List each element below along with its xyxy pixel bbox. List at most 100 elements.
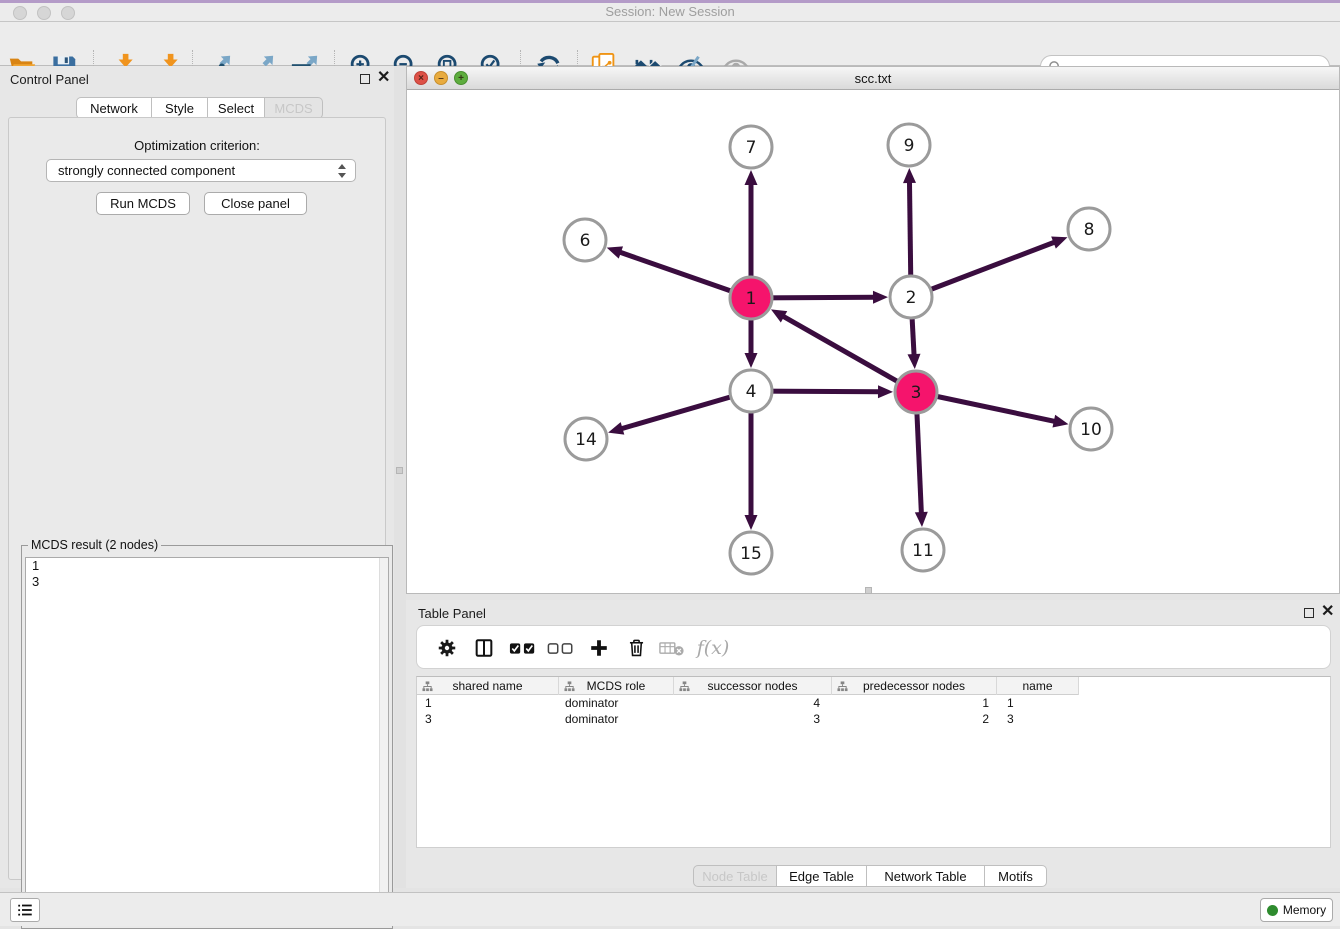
titlebar-accent (0, 0, 1340, 3)
graph-node-label: 1 (746, 289, 757, 309)
graph-edge-arrowhead (607, 246, 623, 258)
tab-motifs[interactable]: Motifs (985, 865, 1047, 887)
cell-shared-name[interactable]: 3 (417, 711, 559, 727)
optimization-criterion-label: Optimization criterion: (9, 138, 385, 153)
network-graph-canvas[interactable]: 7968124314101511 (407, 90, 1339, 593)
graph-edge-arrowhead (745, 515, 758, 530)
column-header-successor-nodes[interactable]: successor nodes (674, 677, 832, 695)
control-panel: Control Panel ✕ Network Style Select MCD… (0, 66, 394, 888)
tab-network-table[interactable]: Network Table (867, 865, 985, 887)
table-toolbar: f(x) (416, 625, 1331, 669)
tab-mcds[interactable]: MCDS (265, 97, 323, 119)
optimization-selected-value: strongly connected component (58, 163, 235, 178)
column-type-icon (564, 681, 575, 692)
cell-successor-nodes[interactable]: 4 (674, 695, 832, 711)
graph-node-label: 4 (746, 382, 757, 402)
column-header-filler (1079, 677, 1330, 695)
network-view-window: × – + scc.txt 7968124314101511 (406, 66, 1340, 594)
network-window-title: scc.txt (407, 71, 1339, 86)
memory-status-dot (1267, 905, 1278, 916)
tab-edge-table[interactable]: Edge Table (777, 865, 867, 887)
column-type-icon (679, 681, 690, 692)
graph-edge-arrowhead (873, 291, 888, 304)
graph-edge-arrowhead (745, 353, 758, 368)
float-panel-icon[interactable] (360, 74, 370, 84)
node-table: shared name MCDS role successor nodes pr… (416, 676, 1331, 848)
table-panel-header: Table Panel ✕ (406, 600, 1340, 626)
column-label: shared name (452, 679, 522, 693)
mcds-result-list[interactable]: 1 3 (25, 557, 389, 925)
graph-edge-2-8[interactable] (911, 241, 1056, 297)
cell-predecessor-nodes[interactable]: 2 (832, 711, 997, 727)
create-column-icon[interactable] (584, 634, 614, 662)
network-window-titlebar: × – + scc.txt (407, 67, 1339, 90)
tab-style[interactable]: Style (152, 97, 208, 119)
float-panel-icon[interactable] (1304, 608, 1314, 618)
cell-shared-name[interactable]: 1 (417, 695, 559, 711)
table-panel-title: Table Panel (418, 606, 486, 621)
window-title: Session: New Session (0, 4, 1340, 19)
close-panel-icon[interactable]: ✕ (377, 69, 390, 87)
graph-edge-arrowhead (903, 168, 916, 183)
graph-edge-arrowhead (745, 170, 758, 185)
control-panel-header: Control Panel ✕ (0, 66, 394, 92)
cell-successor-nodes[interactable]: 3 (674, 711, 832, 727)
column-type-icon (837, 681, 848, 692)
select-stepper-icon (337, 163, 347, 179)
column-header-name[interactable]: name (997, 677, 1079, 695)
mcds-result-scrollbar[interactable] (379, 558, 388, 924)
status-bar: Memory (0, 892, 1340, 926)
select-all-icon[interactable] (508, 634, 538, 662)
run-mcds-button[interactable]: Run MCDS (96, 192, 190, 215)
cell-name[interactable]: 3 (997, 711, 1079, 727)
column-header-shared-name[interactable]: shared name (417, 677, 559, 695)
cell-mcds-role[interactable]: dominator (559, 695, 674, 711)
cell-predecessor-nodes[interactable]: 1 (832, 695, 997, 711)
graph-node-label: 8 (1084, 220, 1095, 240)
memory-label: Memory (1283, 903, 1326, 917)
table-settings-gear-icon[interactable] (432, 634, 462, 662)
graph-edge-arrowhead (608, 422, 624, 434)
mcds-result-title: MCDS result (2 nodes) (28, 538, 161, 552)
graph-node-label: 6 (580, 231, 591, 251)
splitter-handle[interactable] (865, 587, 872, 594)
graph-node-label: 14 (575, 430, 597, 450)
list-icon (16, 902, 34, 918)
graph-node-label: 3 (911, 383, 922, 403)
close-panel-button[interactable]: Close panel (204, 192, 307, 215)
table-row[interactable]: 1 dominator 4 1 1 (417, 695, 1330, 711)
graph-edge-arrowhead (878, 385, 893, 398)
deselect-all-icon[interactable] (546, 634, 576, 662)
cell-mcds-role[interactable]: dominator (559, 711, 674, 727)
table-panel-tabs: Node Table Edge Table Network Table Moti… (693, 865, 1047, 887)
table-row[interactable]: 3 dominator 3 2 3 (417, 711, 1330, 727)
column-header-mcds-role[interactable]: MCDS role (559, 677, 674, 695)
graph-edge-arrowhead (915, 512, 928, 527)
task-history-button[interactable] (10, 898, 40, 922)
graph-node-label: 2 (906, 288, 917, 308)
tab-network[interactable]: Network (76, 97, 152, 119)
splitter-handle[interactable] (396, 467, 403, 474)
delete-column-trash-icon[interactable] (621, 634, 651, 662)
tab-select[interactable]: Select (208, 97, 265, 119)
cell-name[interactable]: 1 (997, 695, 1079, 711)
optimization-criterion-select[interactable]: strongly connected component (46, 159, 356, 182)
vertical-splitter[interactable] (394, 66, 406, 888)
mcds-result-item[interactable]: 1 (26, 558, 388, 574)
close-panel-icon[interactable]: ✕ (1321, 603, 1334, 621)
column-label: predecessor nodes (863, 679, 965, 693)
graph-node-label: 11 (912, 541, 934, 561)
mcds-result-group: MCDS result (2 nodes) 1 3 (21, 545, 393, 929)
column-header-predecessor-nodes[interactable]: predecessor nodes (832, 677, 997, 695)
tab-node-table[interactable]: Node Table (693, 865, 777, 887)
table-panel: Table Panel ✕ f(x) (406, 600, 1340, 888)
mcds-result-item[interactable]: 3 (26, 574, 388, 590)
memory-button[interactable]: Memory (1260, 898, 1333, 922)
graph-edge-3-1[interactable] (781, 315, 916, 392)
column-label: successor nodes (707, 679, 797, 693)
graph-edge-arrowhead (1052, 415, 1068, 428)
graph-node-label: 15 (740, 544, 762, 564)
show-columns-icon[interactable] (469, 634, 499, 662)
column-label: name (1022, 679, 1052, 693)
graph-edge-arrowhead (908, 354, 921, 369)
